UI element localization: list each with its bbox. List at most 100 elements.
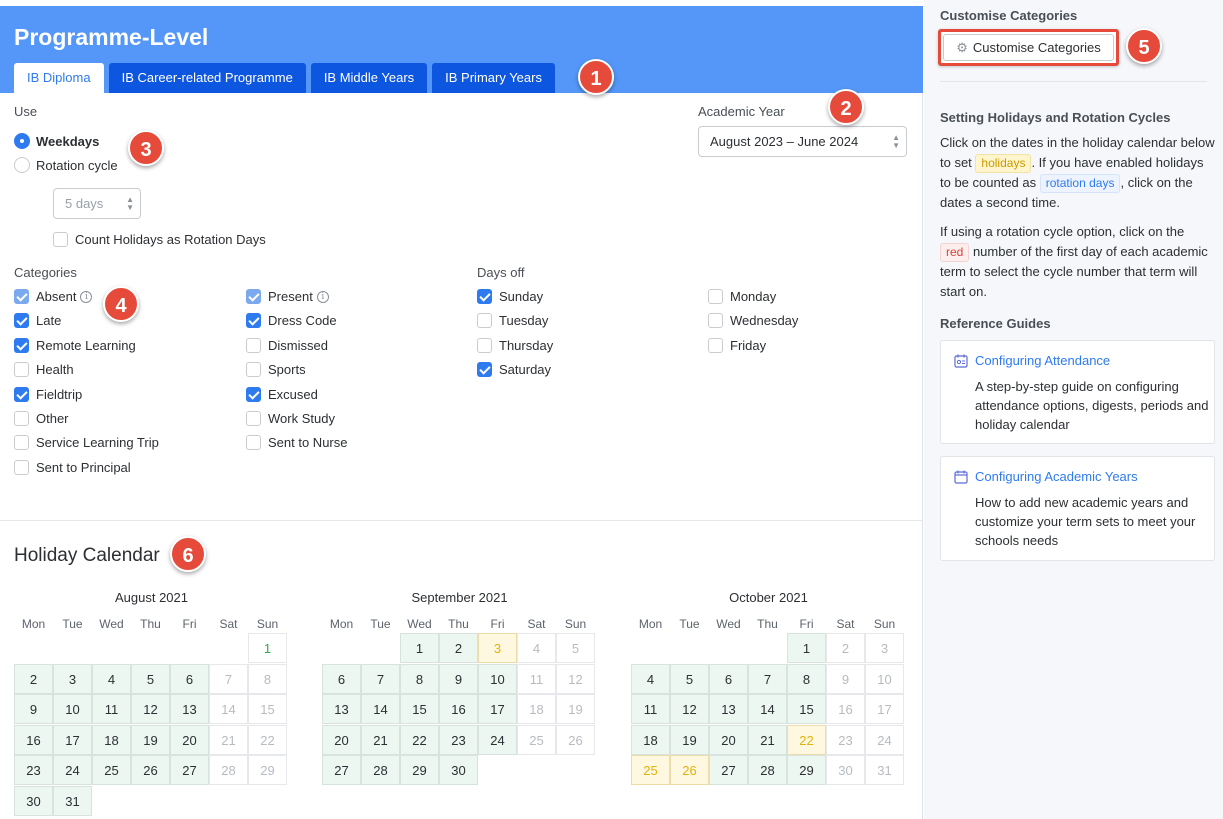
calendar-day[interactable]: 11 [631,694,670,724]
calendar-day[interactable]: 28 [209,755,248,785]
count-holidays-option[interactable]: Count Holidays as Rotation Days [53,232,266,247]
category-checkbox[interactable] [246,337,261,353]
calendar-day[interactable]: 18 [92,724,131,755]
guide-title-academic-years[interactable]: Configuring Academic Years [975,469,1138,484]
calendar-day[interactable]: 11 [92,694,131,724]
category-checkbox[interactable] [246,313,261,329]
calendar-day[interactable]: 29 [248,755,287,785]
tab-ib-middle-years[interactable]: IB Middle Years [310,63,428,93]
calendar-day[interactable]: 3 [865,633,904,663]
category-sports[interactable]: Sports [246,362,306,378]
calendar-day[interactable]: 1 [400,633,439,663]
calendar-day[interactable]: 6 [322,663,361,694]
calendar-day[interactable]: 5 [131,663,170,694]
category-checkbox[interactable] [14,362,29,378]
calendar-day[interactable]: 7 [209,663,248,694]
info-icon[interactable]: i [316,290,329,303]
day-off-saturday[interactable]: Saturday [477,362,551,378]
category-present[interactable]: Present i [246,289,329,304]
category-late[interactable]: Late [14,313,61,329]
category-absent[interactable]: Absent i [14,289,93,304]
day-off-checkbox[interactable] [477,337,492,353]
calendar-day[interactable]: 20 [322,724,361,755]
category-checkbox[interactable] [14,313,29,329]
calendar-day[interactable]: 6 [709,663,748,694]
day-off-checkbox[interactable] [477,313,492,329]
category-checkbox[interactable] [246,411,261,426]
day-off-wednesday[interactable]: Wednesday [708,313,798,329]
academic-year-select[interactable]: August 2023 – June 2024 ▲ ▼ [698,126,907,157]
calendar-day[interactable]: 12 [556,663,595,694]
calendar-day[interactable]: 14 [748,694,787,724]
calendar-day[interactable]: 13 [322,694,361,724]
category-checkbox[interactable] [246,386,261,402]
guide-card-academic-years[interactable]: Configuring Academic Years How to add ne… [940,456,1215,561]
calendar-day[interactable]: 13 [709,694,748,724]
category-fieldtrip[interactable]: Fieldtrip [14,386,82,402]
day-off-checkbox[interactable] [708,337,723,353]
calendar-day[interactable]: 18 [631,724,670,755]
category-dress-code[interactable]: Dress Code [246,313,337,329]
calendar-day[interactable]: 3 [53,663,92,694]
calendar-day[interactable]: 28 [748,755,787,785]
calendar-day[interactable]: 1 [787,633,826,663]
day-off-thursday[interactable]: Thursday [477,337,553,353]
calendar-day[interactable]: 2 [14,663,53,694]
calendar-day[interactable]: 17 [865,694,904,724]
calendar-day[interactable]: 5 [670,663,709,694]
guide-title-attendance[interactable]: Configuring Attendance [975,353,1110,368]
calendar-day[interactable]: 21 [361,724,400,755]
calendar-day[interactable]: 24 [865,724,904,755]
category-checkbox[interactable] [14,337,29,353]
calendar-day[interactable]: 12 [131,694,170,724]
calendar-day[interactable]: 11 [517,663,556,694]
calendar-day[interactable]: 17 [53,724,92,755]
calendar-day[interactable]: 26 [670,755,709,785]
category-checkbox[interactable] [14,289,29,304]
day-off-monday[interactable]: Monday [708,289,776,304]
customise-categories-button[interactable]: ⚙ Customise Categories [943,34,1114,61]
day-off-checkbox[interactable] [477,289,492,304]
calendar-day[interactable]: 15 [787,694,826,724]
calendar-day[interactable]: 30 [14,785,53,816]
day-off-tuesday[interactable]: Tuesday [477,313,548,329]
calendar-day[interactable]: 8 [400,663,439,694]
calendar-day[interactable]: 29 [400,755,439,785]
calendar-day[interactable]: 27 [170,755,209,785]
calendar-day[interactable]: 28 [361,755,400,785]
guide-card-attendance[interactable]: Configuring Attendance A step-by-step gu… [940,340,1215,444]
calendar-day[interactable]: 4 [631,663,670,694]
day-off-checkbox[interactable] [477,362,492,378]
calendar-day[interactable]: 4 [92,663,131,694]
calendar-day[interactable]: 25 [92,755,131,785]
calendar-day[interactable]: 15 [248,694,287,724]
calendar-day[interactable]: 10 [478,663,517,694]
rotation-cycle-option[interactable]: Rotation cycle [14,157,118,173]
weekdays-radio[interactable] [14,133,30,149]
count-holidays-checkbox[interactable] [53,232,68,247]
category-checkbox[interactable] [246,435,261,451]
tab-ib-diploma[interactable]: IB Diploma [14,63,104,93]
select-arrows-icon[interactable]: ▲ ▼ [892,133,900,150]
calendar-day[interactable]: 24 [53,755,92,785]
calendar-day[interactable]: 17 [478,694,517,724]
calendar-day[interactable]: 12 [670,694,709,724]
calendar-day[interactable]: 30 [826,755,865,785]
category-checkbox[interactable] [14,411,29,426]
day-off-sunday[interactable]: Sunday [477,289,543,304]
calendar-day[interactable]: 21 [209,724,248,755]
calendar-day[interactable]: 21 [748,724,787,755]
calendar-day[interactable]: 23 [826,724,865,755]
calendar-day[interactable]: 2 [826,633,865,663]
category-sent-to-principal[interactable]: Sent to Principal [14,459,131,475]
calendar-day[interactable]: 19 [556,694,595,724]
calendar-day[interactable]: 6 [170,663,209,694]
category-checkbox[interactable] [14,435,29,451]
calendar-day[interactable]: 15 [400,694,439,724]
calendar-day[interactable]: 25 [517,724,556,755]
calendar-day[interactable]: 13 [170,694,209,724]
calendar-day[interactable]: 7 [748,663,787,694]
calendar-day[interactable]: 18 [517,694,556,724]
rotation-cycle-radio[interactable] [14,157,30,173]
calendar-day[interactable]: 29 [787,755,826,785]
